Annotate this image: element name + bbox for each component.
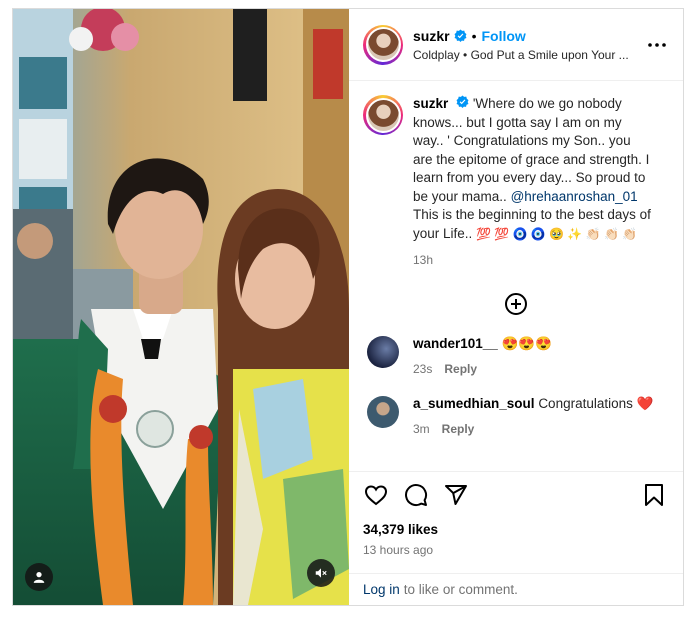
- caption-mention-link[interactable]: @hrehaanroshan_01: [511, 189, 638, 204]
- post-card: suzkr • Follow Coldplay • God Put a Smil…: [12, 8, 684, 606]
- author-username[interactable]: suzkr: [413, 28, 450, 44]
- follow-button[interactable]: Follow: [481, 28, 525, 44]
- post-side-panel: suzkr • Follow Coldplay • God Put a Smil…: [349, 9, 683, 605]
- share-icon: [445, 485, 467, 505]
- more-options-button[interactable]: [645, 33, 669, 57]
- likes-count[interactable]: 34,379 likes: [363, 522, 669, 537]
- user-tag-icon: [33, 572, 45, 583]
- save-button[interactable]: [641, 482, 667, 508]
- comment-reply-button[interactable]: Reply: [444, 362, 477, 376]
- comment-timestamp: 23s: [413, 361, 433, 376]
- comment-icon: [405, 484, 428, 507]
- comment-avatar[interactable]: [367, 395, 399, 428]
- post-caption: suzkr 'Where do we go nobody knows... bu…: [363, 95, 669, 270]
- muted-speaker-icon: [315, 568, 327, 578]
- comments-section[interactable]: suzkr 'Where do we go nobody knows... bu…: [349, 81, 683, 471]
- post-actions-section: 34,379 likes 13 hours ago: [349, 471, 683, 573]
- comment-username[interactable]: wander101__: [413, 336, 498, 351]
- comment-avatar[interactable]: [367, 335, 399, 368]
- bookmark-icon: [645, 484, 663, 506]
- post-photo: [13, 9, 349, 605]
- tagged-users-button[interactable]: [25, 563, 53, 591]
- comment-text: 😍😍😍: [501, 335, 553, 351]
- share-button[interactable]: [443, 482, 469, 508]
- audio-track-link[interactable]: Coldplay • God Put a Smile upon Your ...: [413, 48, 645, 62]
- heart-icon: [364, 485, 388, 506]
- caption-author-avatar[interactable]: [363, 95, 403, 135]
- post-media[interactable]: [13, 9, 349, 605]
- load-more-comments-button[interactable]: [363, 292, 669, 316]
- login-prompt: Log in to like or comment.: [349, 573, 683, 605]
- comment-timestamp: 3m: [413, 421, 430, 436]
- login-prompt-text: to like or comment.: [403, 582, 518, 597]
- author-avatar[interactable]: [363, 24, 403, 65]
- comment-reply-button[interactable]: Reply: [442, 422, 475, 436]
- caption-timestamp: 13h: [413, 253, 434, 267]
- post-timestamp[interactable]: 13 hours ago: [363, 543, 669, 557]
- comment-item: wander101__ 😍😍😍 23s Reply: [363, 335, 669, 376]
- header-separator: •: [471, 27, 477, 44]
- login-link[interactable]: Log in: [363, 582, 400, 597]
- verified-badge-icon: [456, 95, 469, 108]
- comment-text: Congratulations ❤️: [538, 395, 654, 411]
- comment-item: a_sumedhian_soul Congratulations ❤️ 3m Re…: [363, 395, 669, 436]
- comment-button[interactable]: [403, 482, 429, 508]
- mute-toggle-button[interactable]: [307, 559, 335, 587]
- load-more-comments-icon: [505, 292, 527, 315]
- comment-username[interactable]: a_sumedhian_soul: [413, 396, 535, 411]
- like-button[interactable]: [363, 482, 389, 508]
- post-header: suzkr • Follow Coldplay • God Put a Smil…: [349, 9, 683, 81]
- more-options-icon: [648, 42, 666, 47]
- caption-text: 'Where do we go nobody knows... but I go…: [413, 96, 650, 204]
- caption-emojis: 💯 💯 🧿 🧿 🥹 ✨ 👏🏻 👏🏻 👏🏻: [476, 226, 638, 241]
- action-bar: [363, 482, 669, 508]
- caption-username[interactable]: suzkr: [413, 96, 448, 111]
- verified-badge-icon: [454, 29, 467, 42]
